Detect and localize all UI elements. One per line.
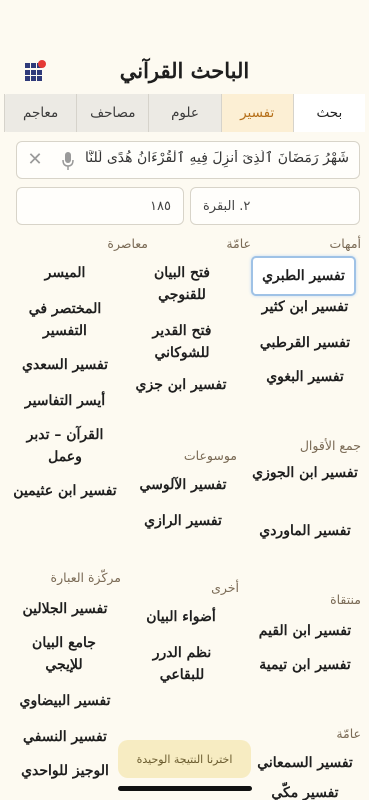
tab-search[interactable]: بحث [292, 94, 365, 132]
tab-sciences[interactable]: علوم [148, 94, 220, 132]
close-icon[interactable]: ✕ [25, 150, 45, 170]
tafsir-baydawi[interactable]: تفسير البيضاوي [10, 690, 120, 712]
tafsir-tabari[interactable]: تفسير الطبري [251, 256, 356, 296]
tafsir-saadi[interactable]: تفسير السعدي [10, 354, 120, 376]
category-mawsuat: موسوعات [183, 448, 237, 463]
category-muasira: معاصرة [107, 236, 148, 251]
tafsir-mawardi[interactable]: تفسير الماوردي [250, 520, 360, 542]
tab-dictionaries[interactable]: معاجم [3, 94, 76, 132]
tafsir-nasafi[interactable]: تفسير النسفي [10, 726, 120, 748]
tab-tafsir[interactable]: تفسير [220, 94, 293, 132]
tafsir-wajiz[interactable]: الوجيز للواحدي [10, 760, 120, 782]
tafsir-fath-bayan[interactable]: فتح البيان للقنوجي [132, 262, 232, 306]
status-area [0, 0, 369, 44]
tafsir-ibn-kathir[interactable]: تفسير ابن كثير [250, 296, 360, 318]
tafsir-baghawi[interactable]: تفسير البغوي [250, 366, 360, 388]
ayah-input[interactable]: ١٨٥ [16, 187, 184, 225]
category-aamma: عامّة [226, 236, 251, 251]
tafsir-jami-bayan[interactable]: جامع البيان للإيجي [14, 632, 114, 676]
home-indicator [118, 786, 252, 791]
tafsir-ibn-juzay[interactable]: تفسير ابن جزي [126, 374, 236, 396]
tafsir-mukhtasar[interactable]: المختصر في التفسير [10, 298, 120, 342]
app-header: الباحث القرآني [0, 52, 369, 92]
tafsir-ibn-jawzi[interactable]: تفسير ابن الجوزي [250, 462, 360, 484]
tafsir-quran-tadabbur[interactable]: القرآن – تدبر وعمل [10, 424, 120, 468]
tafsir-uthaymin[interactable]: تفسير ابن عثيمين [10, 480, 120, 502]
tafsir-aysar[interactable]: أيسر التفاسير [10, 390, 120, 412]
category-muntaqa: منتقاة [330, 592, 361, 607]
tafsir-fath-qadir[interactable]: فتح القدير للشوكاني [132, 320, 232, 364]
category-murakkaza: مركّزة العبارة [50, 570, 121, 585]
tafsir-makki[interactable]: تفسير مكّي [250, 782, 360, 800]
category-ummahat: أمهات [329, 236, 361, 251]
category-ukhra: أخرى [211, 580, 239, 595]
tafsir-jalalayn[interactable]: تفسير الجلالين [10, 598, 120, 620]
app-title: الباحث القرآني [119, 58, 250, 83]
tafsir-razi[interactable]: تفسير الرازي [128, 510, 238, 532]
tafsir-ibn-taymiyya[interactable]: تفسير ابن تيمية [250, 654, 360, 676]
surah-select[interactable]: ٢. البقرة [190, 187, 360, 225]
tafsir-adwa[interactable]: أضواء البيان [126, 606, 236, 628]
tafsir-muyassar[interactable]: الميسر [10, 262, 120, 284]
tafsir-ibn-qayyim[interactable]: تفسير ابن القيم [250, 620, 360, 642]
tafsir-nazm-durar[interactable]: نظم الدرر للبقاعي [132, 642, 232, 686]
category-jam-aqwal: جمع الأقوال [299, 438, 361, 453]
notification-dot [38, 60, 46, 68]
category-aamma-2: عامّة [336, 726, 361, 741]
search-input[interactable]: شَهْرُ رَمَضَانَ ٱلَّذِىٓ أُنزِلَ فِيهِ … [16, 141, 360, 179]
tab-mushafs[interactable]: مصاحف [76, 94, 148, 132]
microphone-icon[interactable] [61, 151, 75, 171]
tafsir-samani[interactable]: تفسير السمعاني [250, 752, 360, 774]
tafsir-alusi[interactable]: تفسير الآلوسي [128, 474, 238, 496]
tafsir-qurtubi[interactable]: تفسير القرطبي [250, 332, 360, 354]
search-query[interactable]: شَهْرُ رَمَضَانَ ٱلَّذِىٓ أُنزِلَ فِيهِ … [84, 150, 349, 172]
main-tabs: بحث تفسير علوم مصاحف معاجم [3, 94, 365, 132]
toast-message: اخترنا النتيجة الوحيدة [118, 740, 251, 778]
